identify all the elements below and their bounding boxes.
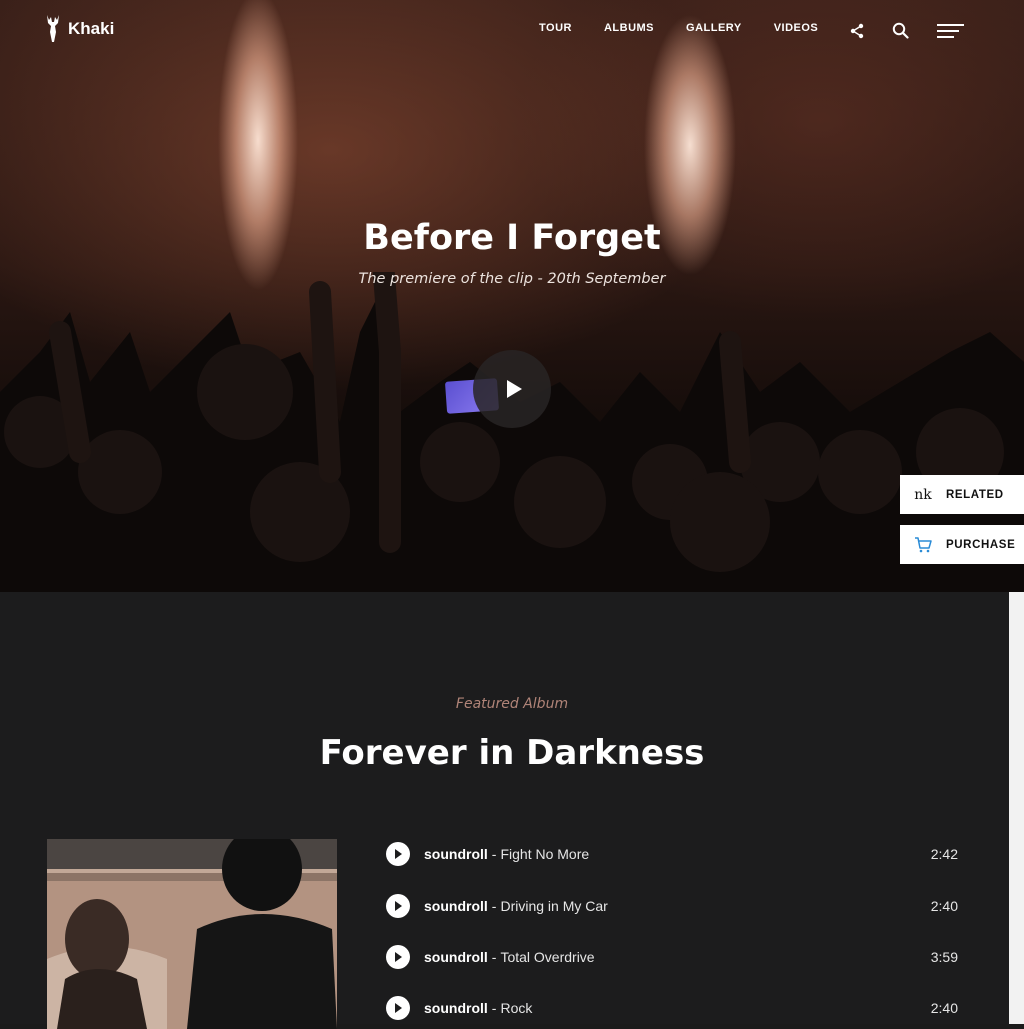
hero-title: Before I Forget: [363, 218, 661, 258]
track-row[interactable]: soundroll - Rock 2:40: [386, 996, 958, 1020]
album-cover[interactable]: [47, 839, 337, 1029]
track-duration: 2:40: [930, 1000, 958, 1016]
track-row[interactable]: soundroll - Driving in My Car 2:40: [386, 894, 958, 918]
track-separator: -: [491, 846, 497, 862]
hero-subtitle: The premiere of the clip - 20th Septembe…: [358, 271, 666, 287]
purchase-button[interactable]: PURCHASE: [900, 525, 1024, 564]
track-artist: soundroll: [424, 949, 488, 965]
track-title: Driving in My Car: [500, 898, 608, 914]
track-artist: soundroll: [424, 898, 488, 914]
crowd-silhouette: [0, 272, 1024, 592]
logo-text: Khaki: [68, 19, 115, 38]
featured-album-section: Featured Album Forever in Darkness sound…: [0, 592, 1009, 1029]
track-title: Total Overdrive: [500, 949, 595, 965]
nav-link-albums[interactable]: ALBUMS: [604, 22, 654, 34]
track-duration: 2:42: [930, 846, 958, 862]
hero-banner: [0, 0, 1024, 592]
deer-logo-icon: [47, 15, 59, 42]
album-title: Forever in Darkness: [319, 733, 705, 773]
purchase-label: PURCHASE: [946, 538, 1016, 551]
menu-icon[interactable]: [937, 23, 965, 39]
track-artist: soundroll: [424, 1000, 488, 1016]
logo[interactable]: Khaki: [44, 14, 114, 44]
track-title: Rock: [500, 1000, 533, 1016]
cart-icon: [900, 536, 946, 553]
track-separator: -: [491, 949, 497, 965]
track-separator: -: [491, 898, 497, 914]
track-duration: 2:40: [930, 898, 958, 914]
track-title: Fight No More: [500, 846, 590, 862]
track-artist: soundroll: [424, 846, 488, 862]
nav-link-tour[interactable]: TOUR: [539, 22, 572, 34]
nav-links: TOUR ALBUMS GALLERY VIDEOS: [539, 22, 850, 34]
track-play-icon[interactable]: [386, 842, 410, 866]
nk-logo-icon: nk: [914, 486, 932, 503]
nav-link-videos[interactable]: VIDEOS: [774, 22, 819, 34]
track-play-icon[interactable]: [386, 996, 410, 1020]
track-row[interactable]: soundroll - Fight No More 2:42: [386, 842, 958, 866]
related-button[interactable]: nk RELATED: [900, 475, 1024, 514]
video-play-button[interactable]: [473, 350, 551, 428]
scrollbar-track[interactable]: [1009, 592, 1024, 1024]
track-separator: -: [491, 1000, 497, 1016]
top-navigation: Khaki TOUR ALBUMS GALLERY VIDEOS: [0, 0, 1024, 60]
related-label: RELATED: [946, 488, 1004, 501]
nav-link-gallery[interactable]: GALLERY: [686, 22, 742, 34]
track-duration: 3:59: [930, 949, 958, 965]
featured-eyebrow: Featured Album: [455, 696, 569, 712]
share-icon[interactable]: [850, 23, 864, 39]
search-icon[interactable]: [892, 22, 909, 39]
track-row[interactable]: soundroll - Total Overdrive 3:59: [386, 945, 958, 969]
track-play-icon[interactable]: [386, 894, 410, 918]
track-play-icon[interactable]: [386, 945, 410, 969]
album-cover-art: [47, 839, 337, 1029]
